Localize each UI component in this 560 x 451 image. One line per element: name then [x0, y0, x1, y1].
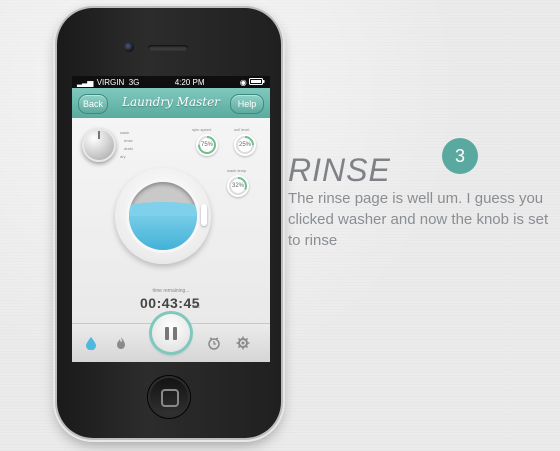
dial-spin-value: 75% [200, 142, 213, 148]
flame-icon[interactable] [114, 336, 128, 350]
carrier-label: VIRGIN [96, 77, 125, 87]
status-bar: ▂▃▅ VIRGIN 3G 4:20 PM ◉ [72, 76, 270, 88]
knob-label-wash: wash [120, 130, 130, 135]
signal-icon: ▂▃▅ [77, 77, 94, 87]
camera-icon [124, 42, 134, 52]
rotation-lock-icon: ◉ [239, 77, 247, 87]
dial-soil-level[interactable]: 25% [234, 134, 256, 156]
step-description: The rinse page is well um. I guess you c… [288, 190, 549, 249]
battery-icon [249, 77, 265, 85]
main-content: wash rinse drain dry spin speed 75% soil… [72, 118, 270, 324]
water-level [129, 210, 197, 250]
washer-drum [115, 168, 211, 264]
app-screen: ▂▃▅ VIRGIN 3G 4:20 PM ◉ Back Laundry Mas… [72, 76, 270, 362]
pause-bar-left [165, 327, 169, 340]
network-label: 3G [128, 77, 140, 87]
timer-label: time remaining... [152, 288, 190, 294]
dial-spin-speed[interactable]: 75% [196, 134, 218, 156]
clock-icon[interactable] [207, 336, 221, 350]
speaker-grille [148, 45, 188, 51]
dial-label-spin: spin speed [192, 127, 212, 132]
washer-door [129, 182, 197, 250]
gear-icon[interactable] [236, 336, 250, 350]
water-wave [129, 202, 197, 216]
door-handle [201, 204, 207, 226]
dial-label-soil: soil level [234, 127, 250, 132]
water-drop-icon[interactable] [84, 336, 98, 350]
home-square-icon [161, 389, 179, 407]
step-badge: 3 [442, 138, 478, 174]
knob-label-rinse: rinse [124, 138, 133, 143]
pause-bar-right [173, 327, 177, 340]
knob-indicator [98, 131, 100, 139]
dial-temp-value: 32% [231, 183, 244, 189]
dial-soil-value: 25% [238, 142, 251, 148]
status-left: ▂▃▅ VIRGIN 3G [77, 78, 139, 87]
help-button[interactable]: Help [230, 94, 264, 114]
step-heading: RINSE [288, 152, 391, 188]
cycle-knob[interactable] [82, 128, 116, 162]
timer-unit: sec [192, 304, 200, 310]
knob-label-dry: dry [120, 154, 126, 159]
dial-label-temp: wash temp [227, 168, 247, 173]
knob-label-drain: drain [124, 146, 133, 151]
home-button[interactable] [148, 376, 190, 418]
status-time: 4:20 PM [174, 77, 205, 87]
tab-bar [72, 314, 270, 362]
dial-wash-temp[interactable]: 32% [227, 175, 249, 197]
nav-bar: Back Laundry Master Help [72, 88, 270, 118]
pause-button[interactable] [152, 314, 190, 352]
status-right: ◉ [239, 77, 265, 87]
